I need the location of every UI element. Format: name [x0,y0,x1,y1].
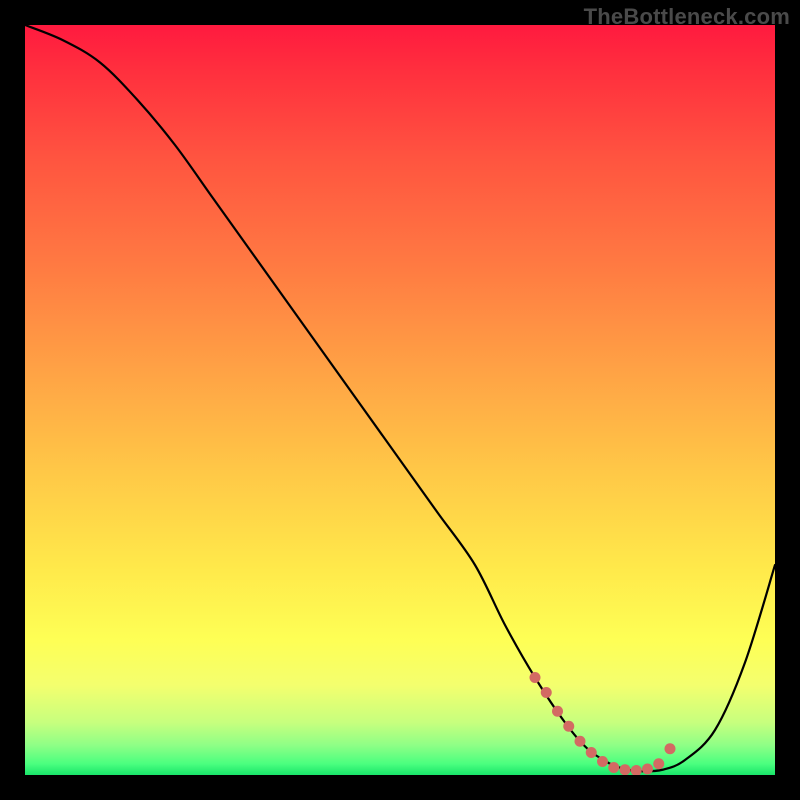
sweet-spot-dot [575,736,586,747]
sweet-spot-dot [631,765,642,775]
chart-frame: TheBottleneck.com [0,0,800,800]
sweet-spot-dot [586,747,597,758]
sweet-spot-dot [653,758,664,769]
bottleneck-curve-line [25,25,775,771]
plot-area [25,25,775,775]
sweet-spot-dot [541,687,552,698]
sweet-spot-dot [642,764,653,775]
sweet-spot-dot [620,764,631,775]
sweet-spot-dot [665,743,676,754]
sweet-spot-dot [563,721,574,732]
sweet-spot-dot [530,672,541,683]
sweet-spot-markers [530,672,676,775]
sweet-spot-dot [608,762,619,773]
sweet-spot-dot [552,706,563,717]
watermark-label: TheBottleneck.com [584,4,790,30]
sweet-spot-dot [597,756,608,767]
chart-overlay [25,25,775,775]
